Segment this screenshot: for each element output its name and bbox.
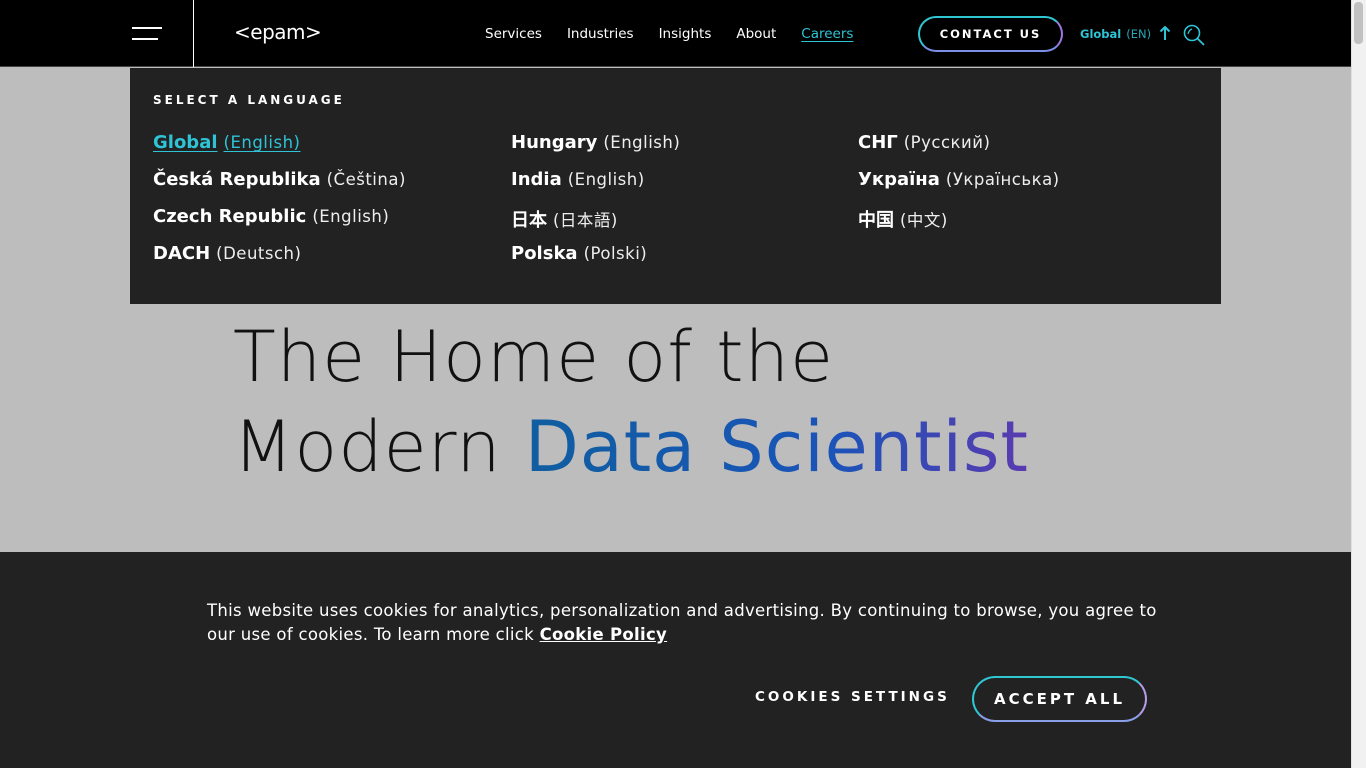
language-option-language: (Deutsch) [216, 244, 302, 263]
language-option-ukraine[interactable]: Україна (Українська) [858, 169, 1060, 206]
cookies-settings-button[interactable]: COOKIES SETTINGS [755, 689, 950, 705]
language-option-language: (English) [312, 207, 390, 226]
language-option-country: Global [153, 132, 218, 153]
hero-line-2: Modern Data Scientist [233, 402, 1029, 492]
cookie-policy-link[interactable]: Cookie Policy [540, 625, 668, 644]
language-dropdown-title: SELECT A LANGUAGE [153, 93, 345, 107]
language-option-hungary[interactable]: Hungary (English) [511, 132, 680, 169]
menu-button[interactable] [100, 0, 194, 67]
language-option-language: (中文) [900, 211, 948, 230]
language-option-language: (Čeština) [326, 170, 406, 189]
language-option-india[interactable]: India (English) [511, 169, 680, 206]
language-option-country: Україна [858, 169, 940, 190]
language-option-dach[interactable]: DACH (Deutsch) [153, 243, 406, 280]
language-option-language: (English) [603, 133, 681, 152]
language-option-country: India [511, 169, 562, 190]
language-column-2: Hungary (English) India (English) 日本 (日本語) … [511, 132, 680, 280]
epam-logo[interactable]: <epam> [234, 20, 322, 44]
contact-us-button[interactable]: CONTACT US [918, 16, 1063, 52]
hamburger-icon-line [132, 38, 158, 40]
arrow-up-icon [1159, 26, 1171, 41]
language-dropdown: SELECT A LANGUAGE Global (English) Česká … [130, 68, 1221, 304]
language-option-china[interactable]: 中国 (中文) [858, 206, 1060, 243]
cookie-banner: This website uses cookies for analytics,… [0, 552, 1351, 768]
language-option-country: DACH [153, 243, 211, 264]
scrollbar-thumb[interactable] [1354, 2, 1363, 44]
accept-all-button[interactable]: ACCEPT ALL [972, 676, 1147, 722]
language-option-ceska-republika[interactable]: Česká Republika (Čeština) [153, 169, 406, 206]
language-option-country: Czech Republic [153, 206, 307, 227]
page-scrollbar[interactable] [1351, 0, 1366, 768]
language-option-japan[interactable]: 日本 (日本語) [511, 206, 680, 243]
language-option-country: Česká Republika [153, 169, 321, 190]
language-option-country: 日本 [511, 210, 547, 231]
search-icon[interactable] [1182, 23, 1206, 47]
language-selector[interactable]: Global (EN) [1080, 26, 1171, 41]
hero-line-1: The Home of the [233, 316, 835, 398]
cookie-message-text: This website uses cookies for analytics,… [207, 601, 1157, 644]
language-option-country: 中国 [858, 210, 894, 231]
nav-services[interactable]: Services [485, 26, 542, 42]
language-option-sng[interactable]: СНГ (Русский) [858, 132, 1060, 169]
language-option-language: (English) [567, 170, 645, 189]
language-option-country: СНГ [858, 132, 898, 153]
hero-title: The Home of the Modern Data Scientist [233, 312, 1029, 492]
nav-insights[interactable]: Insights [659, 26, 712, 42]
nav-industries[interactable]: Industries [567, 26, 634, 42]
hero-line-2-plain: Modern [233, 406, 525, 488]
language-option-language: (Русский) [903, 133, 991, 152]
cookie-message: This website uses cookies for analytics,… [207, 599, 1157, 647]
language-selector-name: Global [1080, 26, 1122, 41]
nav-careers[interactable]: Careers [801, 26, 853, 42]
main-nav: Services Industries Insights About Caree… [485, 0, 878, 67]
language-selector-code: (EN) [1126, 26, 1152, 41]
language-option-language: (Polski) [583, 244, 648, 263]
language-column-3: СНГ (Русский) Україна (Українська) 中国 (中文) [858, 132, 1060, 243]
language-column-1: Global (English) Česká Republika (Čeština)… [153, 132, 406, 280]
hero-line-2-accent: Data Scientist [524, 406, 1029, 488]
language-option-language: (English) [223, 133, 301, 152]
language-option-country: Hungary [511, 132, 598, 153]
language-option-language: (日本語) [553, 211, 618, 230]
language-option-polska[interactable]: Polska (Polski) [511, 243, 680, 280]
nav-about[interactable]: About [736, 26, 776, 42]
language-option-language: (Українська) [945, 170, 1060, 189]
language-option-country: Polska [511, 243, 578, 264]
language-option-czech-republic[interactable]: Czech Republic (English) [153, 206, 406, 243]
hamburger-icon [132, 27, 162, 29]
language-option-global[interactable]: Global (English) [153, 132, 406, 169]
site-header: <epam> Services Industries Insights Abou… [0, 0, 1351, 67]
